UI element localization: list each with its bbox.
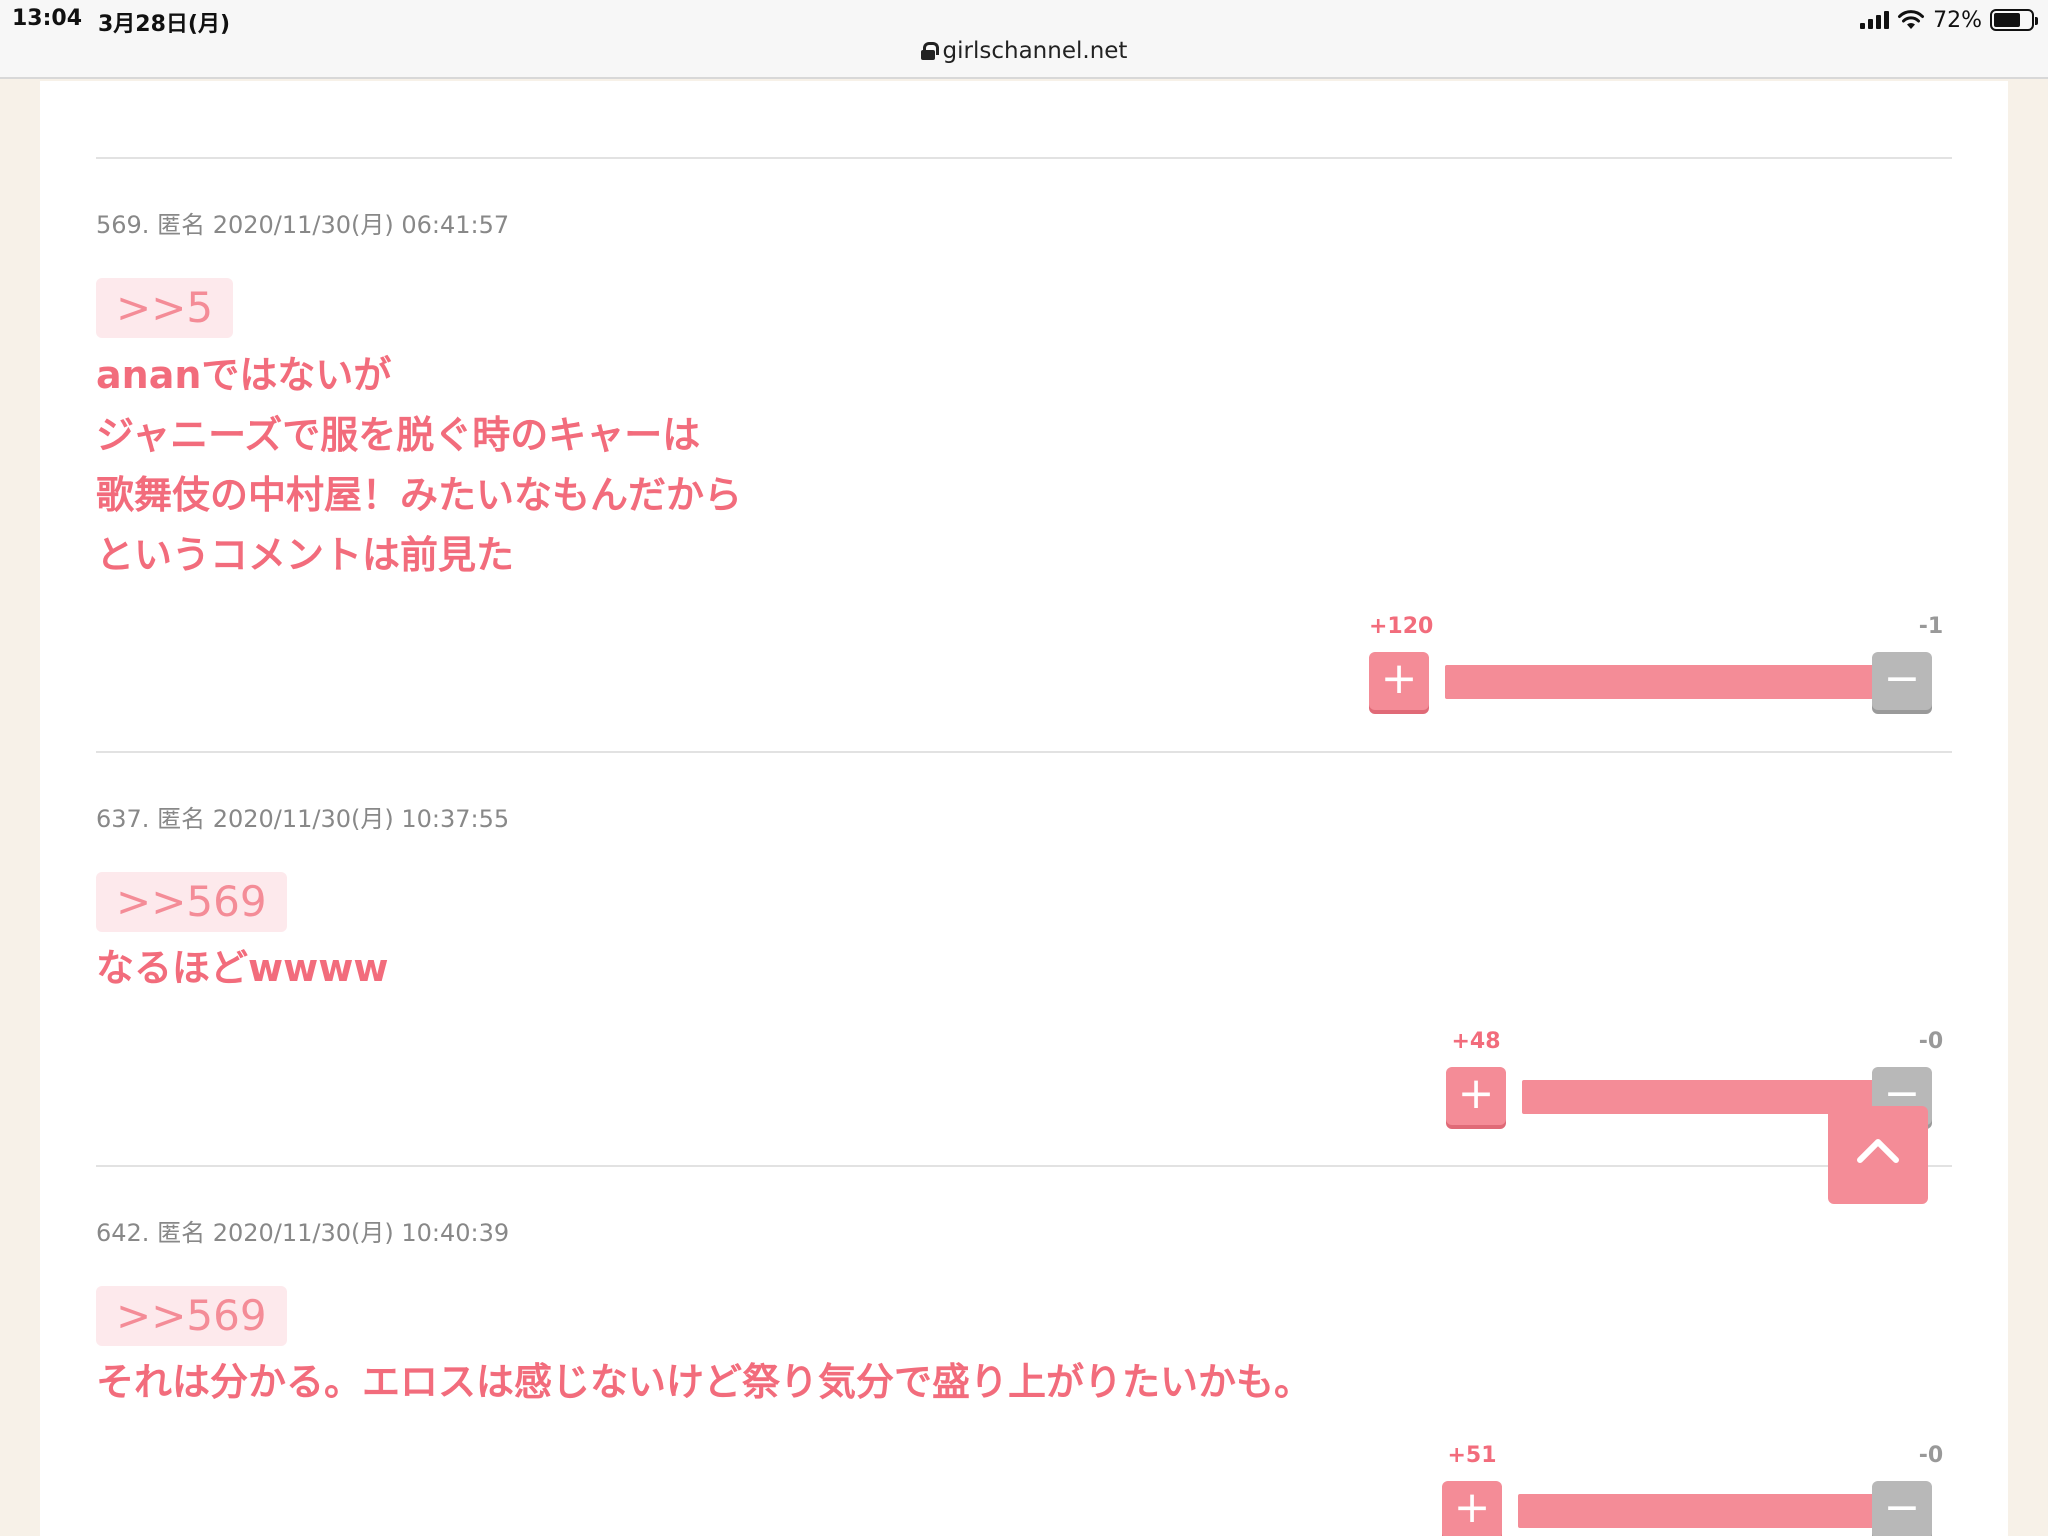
status-indicators: 72% [1860, 6, 2038, 34]
plus-vote-button[interactable]: + [1446, 1067, 1506, 1125]
plus-count: +51 [1447, 1443, 1497, 1468]
comment-list: 569. 匿名 2020/11/30(月) 06:41:57 >>5 ananで… [40, 81, 2008, 1536]
minus-vote-button[interactable]: − [1872, 652, 1932, 710]
vote-ratio-bar [1445, 665, 1895, 699]
vote-ratio-bar [1518, 1494, 1895, 1528]
plus-vote-button[interactable]: + [1369, 652, 1429, 710]
cellular-signal-icon [1860, 11, 1890, 29]
scroll-to-top-button[interactable] [1828, 1106, 1928, 1204]
comment-meta: 637. 匿名 2020/11/30(月) 10:37:55 [96, 805, 510, 833]
status-time: 13:04 [12, 6, 83, 31]
plus-count: +120 [1369, 614, 1434, 639]
battery-level [1994, 13, 2020, 27]
plus-icon: + [1380, 653, 1418, 704]
comment-meta: 569. 匿名 2020/11/30(月) 06:41:57 [96, 211, 510, 239]
divider [96, 1165, 1952, 1167]
minus-icon: − [1883, 653, 1921, 704]
status-date: 3月28日(月) [98, 12, 231, 37]
reply-anchor-link[interactable]: >>5 [96, 278, 234, 338]
comment-body: ananではないが ジャニーズで服を脱ぐ時のキャーは 歌舞伎の中村屋！みたいなも… [96, 353, 743, 577]
minus-icon: − [1883, 1482, 1921, 1533]
battery-percent: 72% [1933, 7, 1982, 33]
comment-body: なるほどwwww [96, 946, 389, 990]
chevron-up-icon [1857, 1139, 1899, 1163]
battery-icon [1990, 9, 2038, 31]
comment-meta: 642. 匿名 2020/11/30(月) 10:40:39 [96, 1219, 510, 1247]
minus-count: -0 [1918, 1443, 1944, 1468]
address-bar[interactable]: girlschannel.net [0, 38, 2048, 64]
minus-count: -0 [1918, 1029, 1944, 1054]
divider [96, 157, 1952, 159]
browser-top-bar: 13:04 3月28日(月) 72% girlschannel.net [0, 0, 2048, 79]
reply-anchor-link[interactable]: >>569 [96, 1286, 287, 1346]
wifi-icon [1898, 10, 1925, 29]
comment-body: それは分かる。エロスは感じないけど祭り気分で盛り上がりたいかも。 [96, 1360, 1313, 1404]
divider [96, 751, 1952, 753]
plus-icon: + [1453, 1482, 1491, 1533]
minus-count: -1 [1918, 614, 1944, 639]
address-url: girlschannel.net [942, 38, 1128, 64]
reply-anchor-link[interactable]: >>569 [96, 872, 287, 932]
vote-ratio-fill [1518, 1494, 1895, 1528]
plus-vote-button[interactable]: + [1442, 1481, 1502, 1536]
plus-count: +48 [1451, 1029, 1501, 1054]
plus-icon: + [1457, 1068, 1495, 1119]
vote-ratio-fill [1445, 665, 1892, 699]
minus-vote-button[interactable]: − [1872, 1481, 1932, 1536]
lock-icon [920, 42, 939, 60]
